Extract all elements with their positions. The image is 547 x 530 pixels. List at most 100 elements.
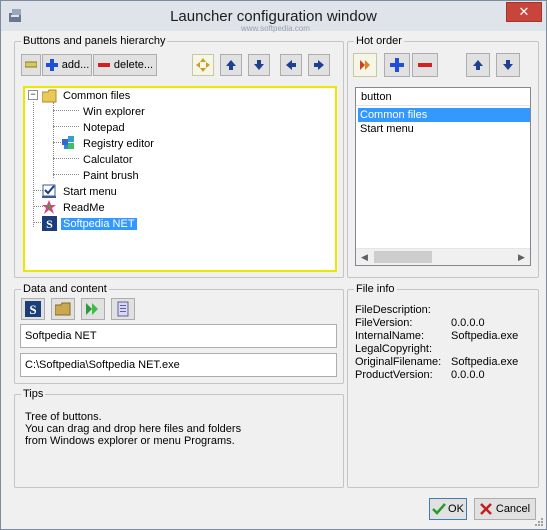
horizontal-scrollbar[interactable]: ◀ ▶ <box>356 248 530 265</box>
run-icon <box>86 303 98 315</box>
arrow-up-icon <box>473 60 483 70</box>
delete-button[interactable]: delete... <box>93 54 157 76</box>
list-column-header[interactable]: button <box>356 88 530 106</box>
tree-guide <box>33 102 34 227</box>
tree-guide <box>53 110 79 111</box>
move-left-button[interactable] <box>280 54 302 76</box>
cancel-label: Cancel <box>495 503 531 515</box>
tips-line: Tree of buttons. <box>25 411 102 423</box>
arrow-down-icon <box>503 60 513 70</box>
svg-text:S: S <box>46 217 53 231</box>
run-button[interactable] <box>81 298 105 320</box>
tree-guide <box>53 174 79 175</box>
collapse-icon <box>25 61 37 68</box>
add-label: add... <box>61 59 90 71</box>
arrow-up-icon <box>226 60 236 70</box>
file-info-row: FileVersion: 0.0.0.0 <box>355 317 485 329</box>
hot-order-list[interactable]: button Common files Start menu ◀ ▶ <box>355 87 531 266</box>
tree-item[interactable]: Calculator <box>81 152 135 168</box>
tree-item-selected[interactable]: Softpedia NET <box>61 216 137 232</box>
folder-icon <box>55 302 71 316</box>
file-info-legend: File info <box>356 283 395 295</box>
tree-item[interactable]: ReadMe <box>61 200 107 216</box>
browse-folder-button[interactable] <box>51 298 75 320</box>
scroll-left-arrow-icon[interactable]: ◀ <box>356 249 373 265</box>
tree-expander[interactable]: − <box>28 90 38 100</box>
tree-guide <box>53 126 79 127</box>
hot-order-delete-button[interactable] <box>412 53 438 77</box>
list-item[interactable]: Start menu <box>358 122 530 136</box>
properties-button[interactable] <box>111 298 135 320</box>
softpedia-icon: S <box>25 301 41 317</box>
data-content-legend: Data and content <box>23 283 107 295</box>
scroll-right-arrow-icon[interactable]: ▶ <box>513 249 530 265</box>
tree-item[interactable]: Start menu <box>61 184 119 200</box>
tree-guide <box>53 142 61 143</box>
list-item-selected[interactable]: Common files <box>358 108 530 122</box>
button-tree[interactable]: − Common files Win explorer Notepad Regi… <box>23 86 337 272</box>
checkmark-icon <box>432 503 446 515</box>
tree-guide <box>53 158 79 159</box>
tips-line: from Windows explorer or menu Programs. <box>25 435 235 447</box>
plus-icon <box>45 59 58 71</box>
hot-order-sort-button[interactable] <box>353 53 377 77</box>
hot-order-down-button[interactable] <box>496 53 520 77</box>
ok-button[interactable]: OK <box>429 498 467 520</box>
hot-order-up-button[interactable] <box>466 53 490 77</box>
arrow-down-icon <box>254 60 264 70</box>
move-up-button[interactable] <box>220 54 242 76</box>
tips-text: Tree of buttons. You can drag and drop h… <box>25 411 241 447</box>
cross-icon <box>479 503 492 515</box>
folder-icon <box>42 89 57 103</box>
close-button[interactable]: ✕ <box>506 2 542 22</box>
registry-icon <box>62 136 74 149</box>
arrow-right-icon <box>314 60 324 70</box>
tree-item[interactable]: Notepad <box>81 120 127 136</box>
softpedia-icon: S <box>42 216 57 231</box>
file-info-row: ProductVersion: 0.0.0.0 <box>355 369 485 381</box>
tips-line: You can drag and drop here files and fol… <box>25 423 242 435</box>
cancel-button[interactable]: Cancel <box>474 498 536 520</box>
minus-icon <box>97 63 110 67</box>
icon-picker-button[interactable]: S <box>21 298 45 320</box>
move-right-button[interactable] <box>308 54 330 76</box>
file-info-row: OriginalFilename: Softpedia.exe <box>355 356 519 368</box>
collapse-button[interactable] <box>21 54 41 76</box>
checkbox-icon <box>42 184 56 198</box>
button-name-field[interactable]: Softpedia NET <box>20 324 337 348</box>
minus-icon <box>418 63 432 67</box>
sort-icon <box>360 60 370 70</box>
tree-item[interactable]: Registry editor <box>81 136 156 152</box>
file-info-row: InternalName: Softpedia.exe <box>355 330 519 342</box>
resize-grip-icon[interactable] <box>534 517 544 527</box>
delete-label: delete... <box>113 59 154 71</box>
hot-order-legend: Hot order <box>356 35 402 47</box>
scroll-thumb[interactable] <box>374 251 432 263</box>
add-button[interactable]: add... <box>42 54 92 76</box>
move-down-button[interactable] <box>248 54 270 76</box>
hierarchy-legend: Buttons and panels hierarchy <box>23 35 166 47</box>
hot-order-add-button[interactable] <box>384 53 410 77</box>
move-icon <box>196 58 210 72</box>
move-button[interactable] <box>192 54 214 76</box>
tree-item[interactable]: Paint brush <box>81 168 141 184</box>
target-path-field[interactable]: C:\Softpedia\Softpedia NET.exe <box>20 353 337 377</box>
plus-icon <box>390 58 404 72</box>
tree-guide <box>53 102 54 178</box>
ok-label: OK <box>448 503 464 515</box>
title-bar[interactable]: Launcher configuration window www.softpe… <box>1 1 546 33</box>
svg-text:S: S <box>29 302 36 317</box>
close-icon: ✕ <box>518 4 530 19</box>
window-title: Launcher configuration window <box>170 8 377 25</box>
file-info-table: FileDescription: FileVersion: 0.0.0.0 Int… <box>355 304 535 382</box>
tree-item[interactable]: Common files <box>61 88 132 104</box>
file-info-row: FileDescription: <box>355 304 431 316</box>
launcher-config-window: Launcher configuration window www.softpe… <box>0 0 547 530</box>
tree-item[interactable]: Win explorer <box>81 104 147 120</box>
tips-legend: Tips <box>23 388 44 400</box>
watermark: www.softpedia.com <box>241 24 310 33</box>
document-icon <box>117 301 129 317</box>
arrow-left-icon <box>286 60 296 70</box>
star-icon <box>42 200 56 214</box>
file-info-row: LegalCopyright: <box>355 343 433 355</box>
